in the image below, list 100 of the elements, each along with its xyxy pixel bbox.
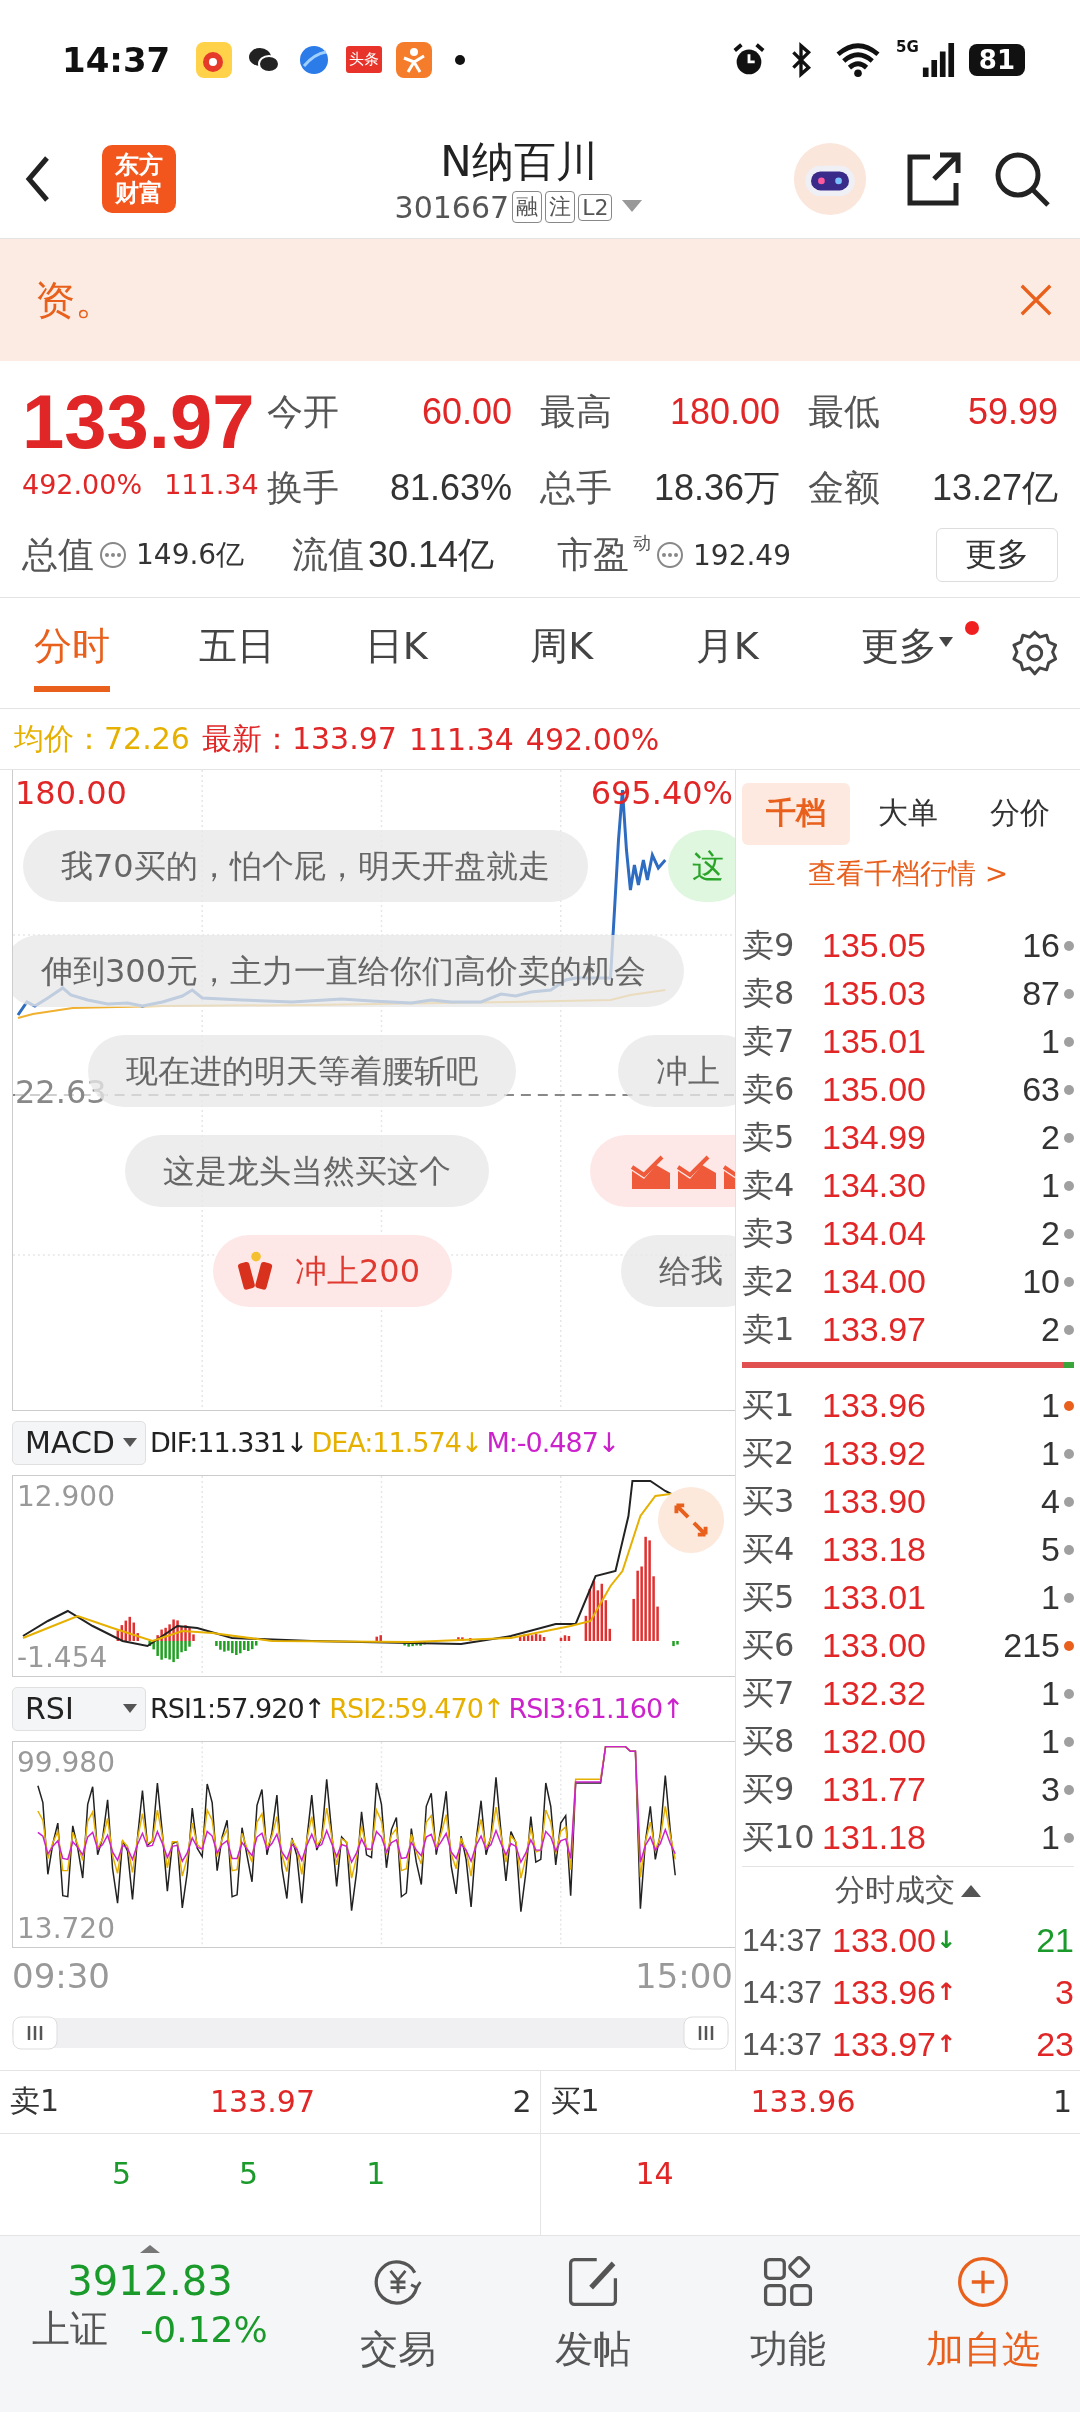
trade-direction: ↑ — [936, 2030, 957, 2058]
network-type: 5G — [896, 38, 919, 56]
more-button[interactable]: 更多 — [936, 528, 1058, 582]
level-volume: 1 — [1040, 1674, 1060, 1714]
trade-time: 14:37 — [742, 2025, 820, 2063]
indicator-value: RSI2:59.470↑ — [329, 1693, 505, 1725]
indicator-value: RSI1:57.920↑ — [150, 1693, 326, 1725]
quote-volume: 1 — [1052, 2084, 1072, 2120]
app-logo: 东方财富 — [102, 145, 176, 213]
stock-name: N纳百川 — [440, 135, 598, 188]
level-price: 134.30 — [822, 1166, 926, 1206]
stat-value: 13.27亿 — [931, 465, 1058, 510]
comment-bubble[interactable]: 这是龙头当然买这个 — [125, 1134, 489, 1207]
range-scrollbar[interactable] — [12, 2017, 729, 2048]
nav-item[interactable]: 功能 — [690, 2244, 885, 2377]
stat-label: 最低 — [808, 389, 880, 434]
stat-value: 30.14亿 — [368, 532, 495, 577]
indicator-dropdown[interactable]: RSI — [12, 1686, 146, 1731]
level-volume: 16 — [1021, 926, 1060, 966]
level-price: 133.97 — [822, 1310, 926, 1350]
level-label: 买9 — [742, 1768, 796, 1810]
level-volume: 4 — [1040, 1482, 1060, 1522]
comment-bubble[interactable] — [590, 1134, 735, 1207]
level-label: 卖7 — [742, 1020, 796, 1062]
comment-bubble[interactable]: 冲上 — [618, 1034, 735, 1107]
nav-item[interactable]: 交易 — [300, 2244, 495, 2377]
stock-tag: 注 — [545, 191, 576, 223]
trades-title[interactable]: 分时成交 — [835, 1870, 955, 1912]
level-label: 卖4 — [742, 1164, 796, 1206]
queue-order: 5 — [239, 2156, 259, 2192]
caret-icon[interactable] — [961, 1883, 981, 1898]
chart-tab[interactable]: 更多 — [861, 614, 938, 692]
chart-tab[interactable]: 五日 — [199, 614, 276, 692]
level-label: 买8 — [742, 1720, 796, 1762]
time-label: 09:30 — [12, 1955, 110, 1996]
stat-value: 192.49 — [693, 538, 791, 572]
indicator-dropdown[interactable]: MACD — [12, 1420, 146, 1465]
person-app-icon — [396, 41, 433, 78]
high-price-label: 180.00 — [15, 773, 127, 812]
info-icon[interactable] — [98, 540, 128, 570]
stat-value: 149.6亿 — [136, 537, 245, 573]
level-price: 132.32 — [822, 1674, 926, 1714]
chart-tab[interactable]: 周K — [530, 614, 594, 692]
eye-app-icon — [196, 41, 233, 78]
level-price: 133.18 — [822, 1530, 926, 1570]
stat-value: 180.00 — [669, 391, 780, 433]
stock-code: 301667 — [394, 189, 510, 225]
book-tab[interactable]: 大单 — [854, 782, 962, 845]
robot-icon[interactable] — [792, 141, 868, 217]
axis-label: -1.454 — [17, 1640, 108, 1674]
comment-bubble[interactable]: 冲上200 — [213, 1234, 453, 1307]
indicator-value: DIF:11.331↓ — [150, 1427, 308, 1459]
trade-volume: 21 — [1035, 1920, 1074, 1960]
trade-price: 133.97 — [832, 2024, 936, 2064]
quote-label: 卖1 — [10, 2082, 61, 2121]
indicator-value: DEA:11.574↓ — [311, 1427, 483, 1459]
axis-label: 99.980 — [17, 1745, 115, 1779]
comment-bubble[interactable]: 伸到300元，主力一直给你们高价卖的机会 — [13, 934, 685, 1007]
notice-text: 资。 — [35, 275, 115, 325]
caret-icon — [123, 1437, 137, 1448]
level-price: 133.92 — [822, 1434, 926, 1474]
level-label: 卖5 — [742, 1116, 796, 1158]
info-icon[interactable] — [655, 540, 685, 570]
nav-item[interactable]: 发帖 — [495, 2244, 690, 2377]
news-app-icon: 头条 — [346, 46, 383, 74]
level-label: 买6 — [742, 1624, 796, 1666]
axis-label: 12.900 — [17, 1479, 115, 1513]
level-label: 买4 — [742, 1528, 796, 1570]
level-price: 134.00 — [822, 1262, 926, 1302]
axis-label: 13.720 — [17, 1911, 115, 1945]
level-price: 132.00 — [822, 1722, 926, 1762]
range-handle[interactable] — [683, 2015, 729, 2050]
comment-bubble[interactable]: 我70买的，怕个屁，明天开盘就走 — [23, 829, 588, 902]
level-price: 133.96 — [822, 1386, 926, 1426]
level-price: 133.90 — [822, 1482, 926, 1522]
range-handle[interactable] — [12, 2015, 58, 2050]
book-tab[interactable]: 分价 — [966, 782, 1074, 845]
level-volume: 1 — [1040, 1818, 1060, 1858]
stock-tag: 融 — [512, 191, 543, 223]
expand-icon[interactable] — [657, 1485, 725, 1554]
level-label: 卖3 — [742, 1212, 796, 1254]
chart-tab[interactable]: 月K — [695, 614, 759, 692]
change-percent: 492.00% — [22, 469, 143, 500]
stat-label: 总值 — [22, 532, 94, 577]
level-label: 买3 — [742, 1480, 796, 1522]
level-volume: 1 — [1040, 1578, 1060, 1618]
comment-bubble[interactable]: 给我 — [621, 1234, 735, 1307]
level-volume: 5 — [1040, 1530, 1060, 1570]
index-name[interactable]: 上证 — [32, 2304, 109, 2356]
trade-direction: ↑ — [936, 1978, 957, 2007]
caret-icon[interactable] — [140, 2244, 160, 2255]
chart-tab[interactable]: 日K — [364, 614, 428, 692]
stat-value: 81.63% — [389, 467, 512, 509]
level-price: 133.00 — [822, 1626, 926, 1666]
level-price: 135.01 — [822, 1022, 926, 1062]
stat-value: 18.36万 — [653, 465, 780, 510]
level-price: 133.01 — [822, 1578, 926, 1618]
level-volume: 3 — [1040, 1770, 1060, 1810]
level-label: 买10 — [742, 1816, 816, 1858]
level-label: 卖6 — [742, 1068, 796, 1110]
